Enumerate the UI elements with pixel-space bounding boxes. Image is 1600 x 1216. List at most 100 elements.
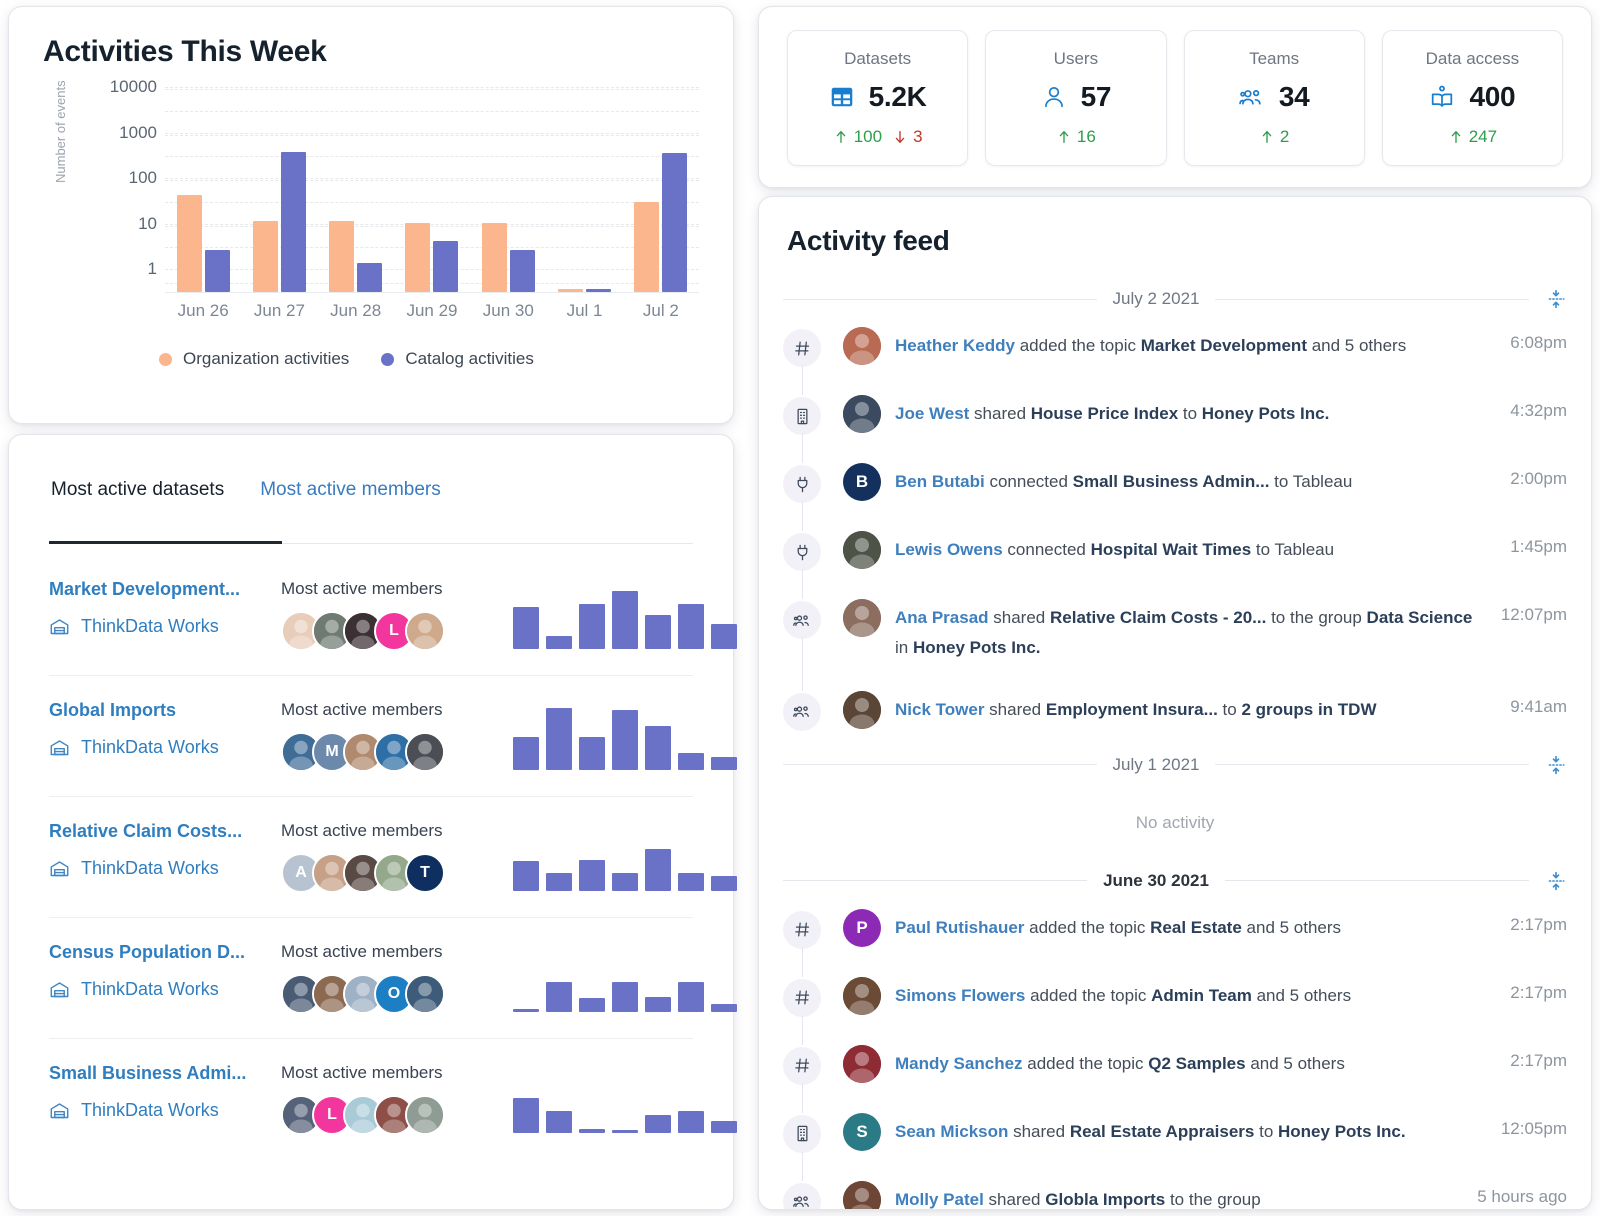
- feed-item[interactable]: Ana Prasad shared Relative Claim Costs -…: [783, 585, 1567, 691]
- feed-actor-link[interactable]: Heather Keddy: [895, 336, 1015, 355]
- feed-item[interactable]: Mandy Sanchez added the topic Q2 Samples…: [783, 1031, 1567, 1113]
- dataset-row[interactable]: Small Business Admi... ThinkData Works Mos…: [49, 1039, 737, 1160]
- chart-bar[interactable]: [586, 289, 612, 292]
- chart-bar[interactable]: [405, 222, 431, 292]
- feed-entity-link[interactable]: Real Estate Appraisers: [1070, 1122, 1255, 1141]
- chart-bar[interactable]: [509, 250, 535, 292]
- chart-bar[interactable]: [634, 202, 660, 292]
- feed-date-divider: July 1 2021: [783, 755, 1567, 775]
- avatar[interactable]: [405, 611, 445, 651]
- feed-item[interactable]: Joe West shared House Price Index to Hon…: [783, 381, 1567, 463]
- chart-bar[interactable]: [558, 289, 584, 292]
- divider-line: [783, 298, 1097, 300]
- stat-card-data-access[interactable]: Data access 400 247: [1381, 30, 1563, 166]
- avatar[interactable]: [405, 974, 445, 1014]
- dataset-organization[interactable]: ThinkData Works: [49, 1100, 281, 1121]
- avatar[interactable]: [405, 732, 445, 772]
- feed-actor-link[interactable]: Simons Flowers: [895, 986, 1025, 1005]
- dataset-organization[interactable]: ThinkData Works: [49, 737, 281, 758]
- avatar[interactable]: [843, 1044, 881, 1083]
- chart-bar[interactable]: [204, 250, 230, 292]
- feed-entity-link[interactable]: Market Development: [1141, 336, 1307, 355]
- avatar-photo: [407, 1097, 443, 1133]
- collapse-vertical-icon[interactable]: [1545, 871, 1567, 891]
- dataset-title-link[interactable]: Relative Claim Costs...: [49, 821, 281, 842]
- avatar[interactable]: [843, 531, 881, 569]
- stat-label: Data access: [1425, 49, 1520, 68]
- feed-entity-link[interactable]: Globla Imports: [1045, 1190, 1165, 1209]
- stat-card-datasets[interactable]: Datasets 5.2K 100 3: [787, 30, 969, 166]
- feed-entity-link[interactable]: Honey Pots Inc.: [913, 638, 1041, 657]
- feed-entity-link[interactable]: Real Estate: [1150, 918, 1242, 937]
- avatar[interactable]: [405, 1095, 445, 1135]
- feed-entity-link[interactable]: Honey Pots Inc.: [1278, 1122, 1406, 1141]
- stat-card-users[interactable]: Users 57 16: [985, 30, 1167, 166]
- collapse-vertical-icon[interactable]: [1545, 289, 1567, 309]
- feed-item[interactable]: Molly Patel shared Globla Imports to the…: [783, 1167, 1567, 1209]
- feed-actor-link[interactable]: Lewis Owens: [895, 540, 1003, 559]
- avatar[interactable]: P: [843, 908, 881, 947]
- chart-bar[interactable]: [329, 220, 355, 292]
- avatar[interactable]: [843, 327, 881, 365]
- feed-item-time: 2:17pm: [1510, 914, 1567, 934]
- feed-entity-link[interactable]: Data Science: [1367, 608, 1473, 627]
- dataset-title-link[interactable]: Global Imports: [49, 700, 281, 721]
- chart-bar[interactable]: [433, 240, 459, 292]
- dataset-organization[interactable]: ThinkData Works: [49, 858, 281, 879]
- avatar[interactable]: [843, 1180, 881, 1209]
- chart-bar[interactable]: [481, 222, 507, 292]
- dataset-title-link[interactable]: Small Business Admi...: [49, 1063, 281, 1084]
- feed-entity-link[interactable]: Relative Claim Costs - 20...: [1050, 608, 1266, 627]
- tab-most-active-datasets[interactable]: Most active datasets: [49, 479, 258, 523]
- collapse-vertical-icon[interactable]: [1545, 755, 1567, 775]
- feed-item[interactable]: Heather Keddy added the topic Market Dev…: [783, 313, 1567, 395]
- avatar[interactable]: T: [405, 853, 445, 893]
- feed-item[interactable]: S Sean Mickson shared Real Estate Apprais…: [783, 1099, 1567, 1181]
- feed-entity-link[interactable]: Honey Pots Inc.: [1202, 404, 1330, 423]
- dataset-organization[interactable]: ThinkData Works: [49, 979, 281, 1000]
- feed-entity-link[interactable]: Small Business Admin...: [1073, 472, 1270, 491]
- dataset-organization[interactable]: ThinkData Works: [49, 616, 281, 637]
- feed-entity-link[interactable]: Employment Insura...: [1046, 700, 1218, 719]
- feed-entity-link[interactable]: House Price Index: [1031, 404, 1178, 423]
- chart-bar[interactable]: [280, 152, 306, 292]
- feed-actor-link[interactable]: Sean Mickson: [895, 1122, 1008, 1141]
- feed-actor-link[interactable]: Joe West: [895, 404, 969, 423]
- feed-item[interactable]: B Ben Butabi connected Small Business Adm…: [783, 449, 1567, 531]
- stat-card-teams[interactable]: Teams 34 2: [1183, 30, 1365, 166]
- chart-bar[interactable]: [357, 263, 383, 292]
- feed-item[interactable]: Simons Flowers added the topic Admin Tea…: [783, 963, 1567, 1045]
- feed-actor-link[interactable]: Molly Patel: [895, 1190, 984, 1209]
- feed-entity-link[interactable]: 2 groups in TDW: [1241, 700, 1376, 719]
- dataset-row[interactable]: Global Imports ThinkData Works Most active…: [49, 676, 737, 797]
- feed-item[interactable]: Lewis Owens connected Hospital Wait Time…: [783, 517, 1567, 599]
- chart-bar[interactable]: [176, 195, 202, 292]
- avatar[interactable]: [843, 690, 881, 729]
- chart-bar[interactable]: [662, 152, 688, 292]
- feed-item[interactable]: P Paul Rutishauer added the topic Real Es…: [783, 895, 1567, 977]
- avatar[interactable]: [843, 599, 881, 637]
- avatar[interactable]: [843, 395, 881, 433]
- chart-legend-item[interactable]: Catalog activities: [381, 349, 534, 369]
- feed-actor-link[interactable]: Mandy Sanchez: [895, 1054, 1023, 1073]
- chart-legend-item[interactable]: Organization activities: [159, 349, 349, 369]
- feed-actor-link[interactable]: Nick Tower: [895, 700, 984, 719]
- dataset-title-link[interactable]: Census Population D...: [49, 942, 281, 963]
- avatar[interactable]: S: [843, 1112, 881, 1151]
- feed-entity-link[interactable]: Admin Team: [1151, 986, 1252, 1005]
- dataset-row[interactable]: Market Development... ThinkData Works Most…: [49, 555, 737, 676]
- avatar[interactable]: B: [843, 463, 881, 501]
- dataset-row[interactable]: Relative Claim Costs... ThinkData Works Mo…: [49, 797, 737, 918]
- feed-item[interactable]: Nick Tower shared Employment Insura... t…: [783, 677, 1567, 745]
- feed-actor-link[interactable]: Ben Butabi: [895, 472, 985, 491]
- avatar[interactable]: [843, 976, 881, 1015]
- dataset-row[interactable]: Census Population D... ThinkData Works Mos…: [49, 918, 737, 1039]
- feed-entity-link[interactable]: Hospital Wait Times: [1091, 540, 1252, 559]
- feed-actor-link[interactable]: Paul Rutishauer: [895, 918, 1024, 937]
- feed-item-time: 2:17pm: [1510, 982, 1567, 1002]
- feed-actor-link[interactable]: Ana Prasad: [895, 608, 989, 627]
- tab-most-active-members[interactable]: Most active members: [258, 479, 475, 523]
- dataset-title-link[interactable]: Market Development...: [49, 579, 281, 600]
- chart-bar[interactable]: [252, 220, 278, 292]
- feed-entity-link[interactable]: Q2 Samples: [1148, 1054, 1245, 1073]
